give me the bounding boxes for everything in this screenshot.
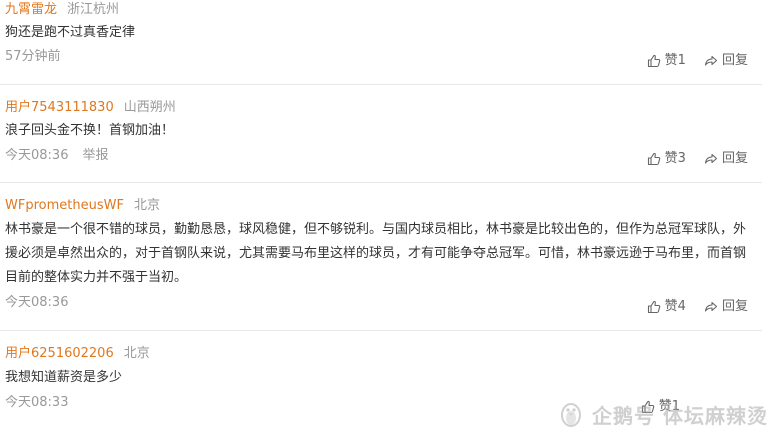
comment-text: 林书豪是一个很不错的球员，勤勤恳恳，球风稳健，但不够锐利。与国内球员相比，林书豪… — [5, 222, 747, 285]
like-count: 赞4 — [664, 299, 686, 314]
comment-username[interactable]: 用户7543111830 — [5, 100, 114, 115]
comment-item: 九霄雷龙 浙江杭州 狗还是跑不过真香定律 57分钟前 赞1 回复 — [0, 0, 760, 84]
comment-text: 狗还是跑不过真香定律 — [5, 25, 136, 40]
comment-footer: 今天08:36 举报 — [5, 146, 108, 166]
comment-username[interactable]: WFprometheusWF — [5, 198, 124, 213]
reply-button[interactable]: 回复 — [704, 149, 748, 169]
thumbs-up-icon — [647, 152, 660, 166]
reply-button[interactable]: 回复 — [704, 297, 748, 317]
comment-actions: 赞1 回复 — [647, 51, 748, 71]
comment-time: 今天08:36 — [5, 295, 69, 310]
comment-location: 北京 — [123, 346, 150, 361]
comment-username[interactable]: 九霄雷龙 — [5, 2, 57, 17]
comment-location: 浙江杭州 — [67, 2, 120, 17]
comment-item: WFprometheusWF 北京 林书豪是一个很不错的球员，勤勤恳恳，球风稳健，… — [0, 196, 760, 326]
like-button[interactable]: 赞1 — [647, 51, 686, 71]
reply-label: 回复 — [721, 299, 748, 314]
reply-label: 回复 — [721, 53, 748, 68]
like-button[interactable]: 赞4 — [647, 297, 686, 317]
divider — [0, 330, 762, 331]
thumbs-up-icon — [647, 54, 660, 68]
comment-text: 浪子回头金不换！首钢加油！ — [5, 123, 175, 138]
comment-text: 我想知道薪资是多少 — [5, 370, 123, 385]
like-count: 赞1 — [664, 53, 686, 68]
comment-actions: 赞4 回复 — [647, 297, 748, 317]
comment-time: 57分钟前 — [5, 49, 61, 64]
divider — [0, 182, 762, 183]
divider — [0, 84, 762, 85]
thumbs-up-icon — [647, 300, 660, 314]
comment-location: 北京 — [133, 198, 160, 213]
penguin-logo-icon — [561, 403, 582, 427]
comment-location: 山西朔州 — [123, 100, 176, 115]
reply-label: 回复 — [721, 151, 748, 166]
comment-item: 用户7543111830 山西朔州 浪子回头金不换！首钢加油！ 今天08:36 举报… — [0, 98, 760, 180]
comment-meta: WFprometheusWF 北京 — [5, 196, 160, 216]
comment-username[interactable]: 用户6251602206 — [5, 346, 114, 361]
reply-arrow-icon — [704, 55, 718, 66]
reply-button[interactable]: 回复 — [704, 51, 748, 71]
comment-meta: 用户7543111830 山西朔州 — [5, 98, 176, 118]
comment-time: 今天08:33 — [5, 395, 69, 410]
like-count: 赞3 — [664, 151, 686, 166]
reply-arrow-icon — [704, 153, 718, 164]
comment-actions: 赞3 回复 — [647, 149, 748, 169]
watermark-text: 企鹅号 体坛麻辣烫 — [592, 403, 768, 428]
comment-meta: 九霄雷龙 浙江杭州 — [5, 0, 119, 20]
comment-time: 今天08:36 — [5, 148, 69, 163]
report-link[interactable]: 举报 — [82, 148, 108, 163]
watermark: 企鹅号 体坛麻辣烫 — [556, 398, 768, 430]
like-button[interactable]: 赞3 — [647, 149, 686, 169]
comment-meta: 用户6251602206 北京 — [5, 344, 150, 364]
reply-arrow-icon — [704, 301, 718, 312]
